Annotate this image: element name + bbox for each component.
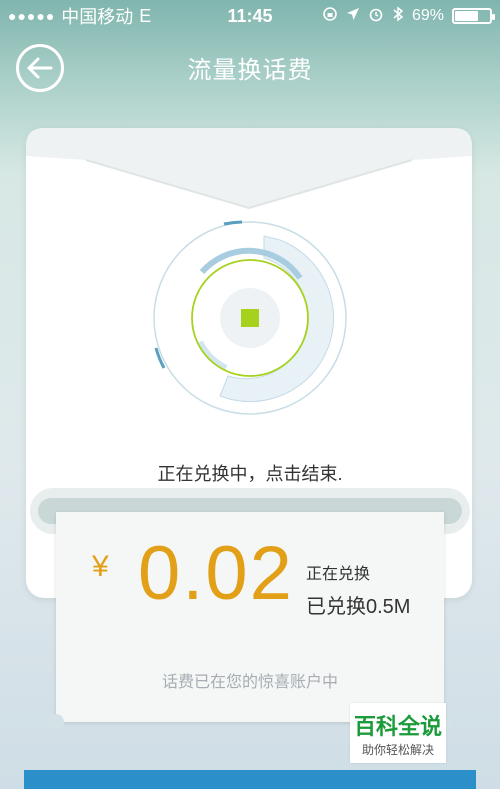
rotation-lock-icon (322, 6, 338, 27)
exchange-dial[interactable] (150, 218, 350, 418)
stop-square-icon (241, 309, 259, 327)
battery-fill (455, 11, 479, 21)
bluetooth-icon (392, 6, 404, 27)
status-right: 69% (322, 6, 495, 27)
exchanged-data-label: 已兑换0.5M (306, 596, 411, 618)
watermark-subtitle: 助你轻松解决 (361, 743, 434, 757)
alarm-icon (368, 6, 384, 27)
account-footnote: 话费已在您的惊喜账户中 (161, 674, 338, 691)
battery-icon (452, 8, 495, 24)
watermark-title: 百科全说 (353, 714, 442, 739)
currency-symbol: ¥ (92, 550, 109, 583)
page-title: 流量换话费 (187, 57, 313, 84)
bottom-button-strip[interactable] (24, 770, 476, 789)
status-bar: ●●●●● 中国移动 E 11:45 69% (0, 0, 500, 32)
watermark-logo: 百科全说 助你轻松解决 (350, 703, 446, 763)
nav-bar: 流量换话费 (0, 32, 500, 106)
exchange-status-label: 正在兑换 (306, 566, 371, 583)
exchange-status-text: 正在兑换中，点击结束. (157, 464, 343, 484)
exchange-amount: 0.02 (138, 531, 294, 616)
location-icon (346, 7, 360, 26)
battery-percent: 69% (411, 7, 444, 24)
